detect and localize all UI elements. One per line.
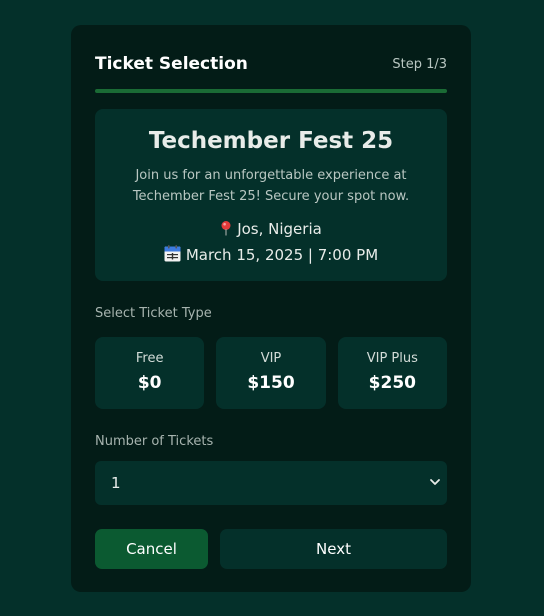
step-indicator: Step 1/3: [392, 56, 447, 72]
progress-bar-fill: [95, 89, 447, 93]
action-buttons: Cancel Next: [95, 529, 447, 569]
ticket-type-name: VIP: [260, 351, 282, 366]
ticket-type-price: $150: [247, 373, 295, 393]
event-description: Join us for an unforgettable experience …: [132, 168, 410, 204]
card-header: Ticket Selection Step 1/3: [95, 51, 447, 77]
ticket-type-price: $250: [368, 373, 416, 393]
cancel-button[interactable]: Cancel: [95, 529, 208, 569]
event-details-panel: Techember Fest 25 Join us for an unforge…: [95, 109, 447, 281]
ticket-type-name: Free: [135, 351, 164, 366]
ticket-count-label: Number of Tickets: [95, 434, 214, 449]
ticket-type-free[interactable]: Free $0: [95, 337, 205, 409]
event-title: Techember Fest 25: [148, 128, 394, 154]
calendar-icon: [164, 245, 181, 269]
ticket-type-name: VIP Plus: [366, 351, 418, 366]
event-location-text: Jos, Nigeria: [237, 220, 322, 238]
event-datetime-text: March 15, 2025 | 7:00 PM: [185, 246, 379, 264]
event-location: Jos, Nigeria: [95, 217, 447, 243]
chevron-down-icon: [429, 474, 441, 492]
ticket-type-price: $0: [137, 373, 162, 393]
pin-icon: [220, 219, 232, 243]
ticket-count-value: 1: [111, 474, 121, 492]
event-datetime: March 15, 2025 | 7:00 PM: [95, 243, 447, 269]
ticket-count-select[interactable]: 1: [95, 461, 447, 505]
ticket-selection-card: Ticket Selection Step 1/3 Techember Fest…: [71, 25, 471, 592]
page-title: Ticket Selection: [95, 54, 248, 74]
ticket-type-vip[interactable]: VIP $150: [216, 337, 326, 409]
ticket-type-label: Select Ticket Type: [95, 306, 212, 321]
ticket-type-options: Free $0 VIP $150 VIP Plus $250: [95, 337, 447, 409]
ticket-type-vip-plus[interactable]: VIP Plus $250: [337, 337, 447, 409]
progress-bar: [95, 89, 447, 93]
next-button[interactable]: Next: [220, 529, 447, 569]
